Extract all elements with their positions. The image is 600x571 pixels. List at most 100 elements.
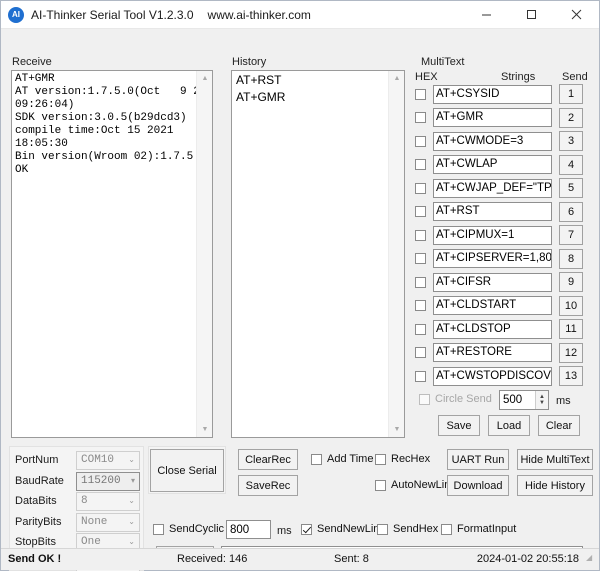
circle-send-checkbox[interactable] (419, 394, 430, 405)
multitext-send-button[interactable]: 6 (559, 202, 583, 222)
serial-field-select[interactable]: None⌄ (76, 513, 140, 532)
multitext-col-send: Send (562, 71, 588, 83)
close-serial-button[interactable]: Close Serial (150, 449, 224, 492)
multitext-row: AT+CIPMUX=1 7 (415, 225, 583, 245)
receive-label: Receive (12, 56, 52, 68)
add-time-checkbox[interactable] (311, 454, 322, 465)
multitext-row: AT+GMR 2 (415, 108, 583, 128)
multitext-send-button[interactable]: 2 (559, 108, 583, 128)
send-cyclic-checkbox[interactable] (153, 524, 164, 535)
circle-send-row[interactable]: Circle Send (419, 393, 492, 405)
multitext-send-button[interactable]: 12 (559, 343, 583, 363)
close-icon[interactable] (554, 1, 599, 29)
multitext-send-button[interactable]: 10 (559, 296, 583, 316)
multitext-command-input[interactable]: AT+GMR (433, 108, 552, 127)
multitext-send-button[interactable]: 1 (559, 84, 583, 104)
send-hex-checkbox[interactable] (377, 524, 388, 535)
serial-field-value: 115200 (81, 473, 121, 490)
serial-field-select[interactable]: 115200 ▾ (76, 472, 140, 491)
send-hex-row[interactable]: SendHex (377, 523, 438, 535)
multitext-send-button[interactable]: 13 (559, 366, 583, 386)
multitext-command-input[interactable]: AT+CWMODE=3 (433, 132, 552, 151)
multitext-row: AT+CLDSTART 10 (415, 296, 583, 316)
serial-field-select[interactable]: COM10⌄ (76, 451, 140, 470)
maximize-icon[interactable] (509, 1, 554, 29)
stepper-arrows-icon[interactable]: ▲▼ (535, 391, 548, 409)
multitext-command-input[interactable]: AT+CLDSTOP (433, 320, 552, 339)
scroll-up-icon[interactable]: ▲ (197, 71, 213, 86)
scroll-down-icon[interactable]: ▼ (389, 422, 405, 437)
multitext-command-input[interactable]: AT+CIFSR (433, 273, 552, 292)
rec-hex-row[interactable]: RecHex (375, 453, 430, 465)
multitext-send-button[interactable]: 5 (559, 178, 583, 198)
multitext-clear-button[interactable]: Clear (538, 415, 580, 436)
multitext-command-input[interactable]: AT+CWJAP_DEF="TP-Link (433, 179, 552, 198)
receive-scrollbar[interactable]: ▲ ▼ (196, 71, 212, 437)
chevron-down-icon[interactable]: ▾ (131, 473, 135, 490)
multitext-send-button[interactable]: 4 (559, 155, 583, 175)
format-input-checkbox[interactable] (441, 524, 452, 535)
multitext-row: AT+CIPSERVER=1,80 8 (415, 249, 583, 269)
scroll-down-icon[interactable]: ▼ (197, 422, 213, 437)
format-input-row[interactable]: FormatInput (441, 523, 516, 535)
multitext-row: AT+RESTORE 12 (415, 343, 583, 363)
multitext-hex-checkbox[interactable] (415, 300, 426, 311)
circle-send-interval-stepper[interactable]: 500 ▲▼ (499, 390, 549, 410)
auto-newline-row[interactable]: AutoNewLine (375, 479, 456, 491)
multitext-hex-checkbox[interactable] (415, 206, 426, 217)
circle-send-interval-value: 500 (500, 394, 535, 406)
multitext-save-button[interactable]: Save (438, 415, 480, 436)
multitext-hex-checkbox[interactable] (415, 371, 426, 382)
minimize-icon[interactable] (464, 1, 509, 29)
multitext-hex-checkbox[interactable] (415, 112, 426, 123)
multitext-hex-checkbox[interactable] (415, 136, 426, 147)
auto-newline-checkbox[interactable] (375, 480, 386, 491)
download-button[interactable]: Download (447, 475, 509, 496)
send-cyclic-label: SendCyclic (169, 523, 224, 535)
multitext-load-button[interactable]: Load (488, 415, 530, 436)
chevron-down-icon[interactable]: ⌄ (128, 514, 135, 531)
multitext-send-button[interactable]: 3 (559, 131, 583, 151)
multitext-send-button[interactable]: 9 (559, 272, 583, 292)
multitext-command-input[interactable]: AT+CWLAP (433, 155, 552, 174)
multitext-command-input[interactable]: AT+CLDSTART (433, 296, 552, 315)
chevron-down-icon[interactable]: ⌄ (128, 493, 135, 510)
rec-hex-checkbox[interactable] (375, 454, 386, 465)
send-newline-checkbox[interactable] (301, 524, 312, 535)
cyclic-interval-input[interactable]: 800 (226, 520, 271, 539)
multitext-hex-checkbox[interactable] (415, 324, 426, 335)
resize-grip-icon[interactable]: ◢ (586, 553, 596, 563)
hide-history-button[interactable]: Hide History (517, 475, 593, 496)
multitext-hex-checkbox[interactable] (415, 159, 426, 170)
clear-rec-button[interactable]: ClearRec (238, 449, 298, 470)
multitext-command-input[interactable]: AT+CIPMUX=1 (433, 226, 552, 245)
save-rec-button[interactable]: SaveRec (238, 475, 298, 496)
chevron-down-icon[interactable]: ⌄ (128, 452, 135, 469)
send-hex-label: SendHex (393, 523, 438, 535)
multitext-command-input[interactable]: AT+CWSTOPDISCOVER (433, 367, 552, 386)
serial-field-label: ParityBits (15, 516, 61, 528)
scroll-up-icon[interactable]: ▲ (389, 71, 405, 86)
multitext-hex-checkbox[interactable] (415, 230, 426, 241)
uart-run-button[interactable]: UART Run (447, 449, 509, 470)
multitext-hex-checkbox[interactable] (415, 183, 426, 194)
multitext-command-input[interactable]: AT+RESTORE (433, 343, 552, 362)
history-textarea[interactable]: AT+RST AT+GMR ▲ ▼ (231, 70, 405, 438)
serial-field-select[interactable]: 8⌄ (76, 492, 140, 511)
multitext-command-input[interactable]: AT+CIPSERVER=1,80 (433, 249, 552, 268)
multitext-hex-checkbox[interactable] (415, 347, 426, 358)
receive-textarea[interactable]: AT+GMR AT version:1.7.5.0(Oct 9 2021 09:… (11, 70, 213, 438)
multitext-send-button[interactable]: 7 (559, 225, 583, 245)
multitext-command-input[interactable]: AT+CSYSID (433, 85, 552, 104)
send-newline-row[interactable]: SendNewLin (301, 523, 379, 535)
add-time-row[interactable]: Add Time (311, 453, 373, 465)
hide-multitext-button[interactable]: Hide MultiText (517, 449, 593, 470)
multitext-command-input[interactable]: AT+RST (433, 202, 552, 221)
history-scrollbar[interactable]: ▲ ▼ (388, 71, 404, 437)
multitext-send-button[interactable]: 11 (559, 319, 583, 339)
multitext-hex-checkbox[interactable] (415, 277, 426, 288)
multitext-hex-checkbox[interactable] (415, 253, 426, 264)
send-cyclic-row[interactable]: SendCyclic (153, 523, 224, 535)
multitext-hex-checkbox[interactable] (415, 89, 426, 100)
multitext-send-button[interactable]: 8 (559, 249, 583, 269)
